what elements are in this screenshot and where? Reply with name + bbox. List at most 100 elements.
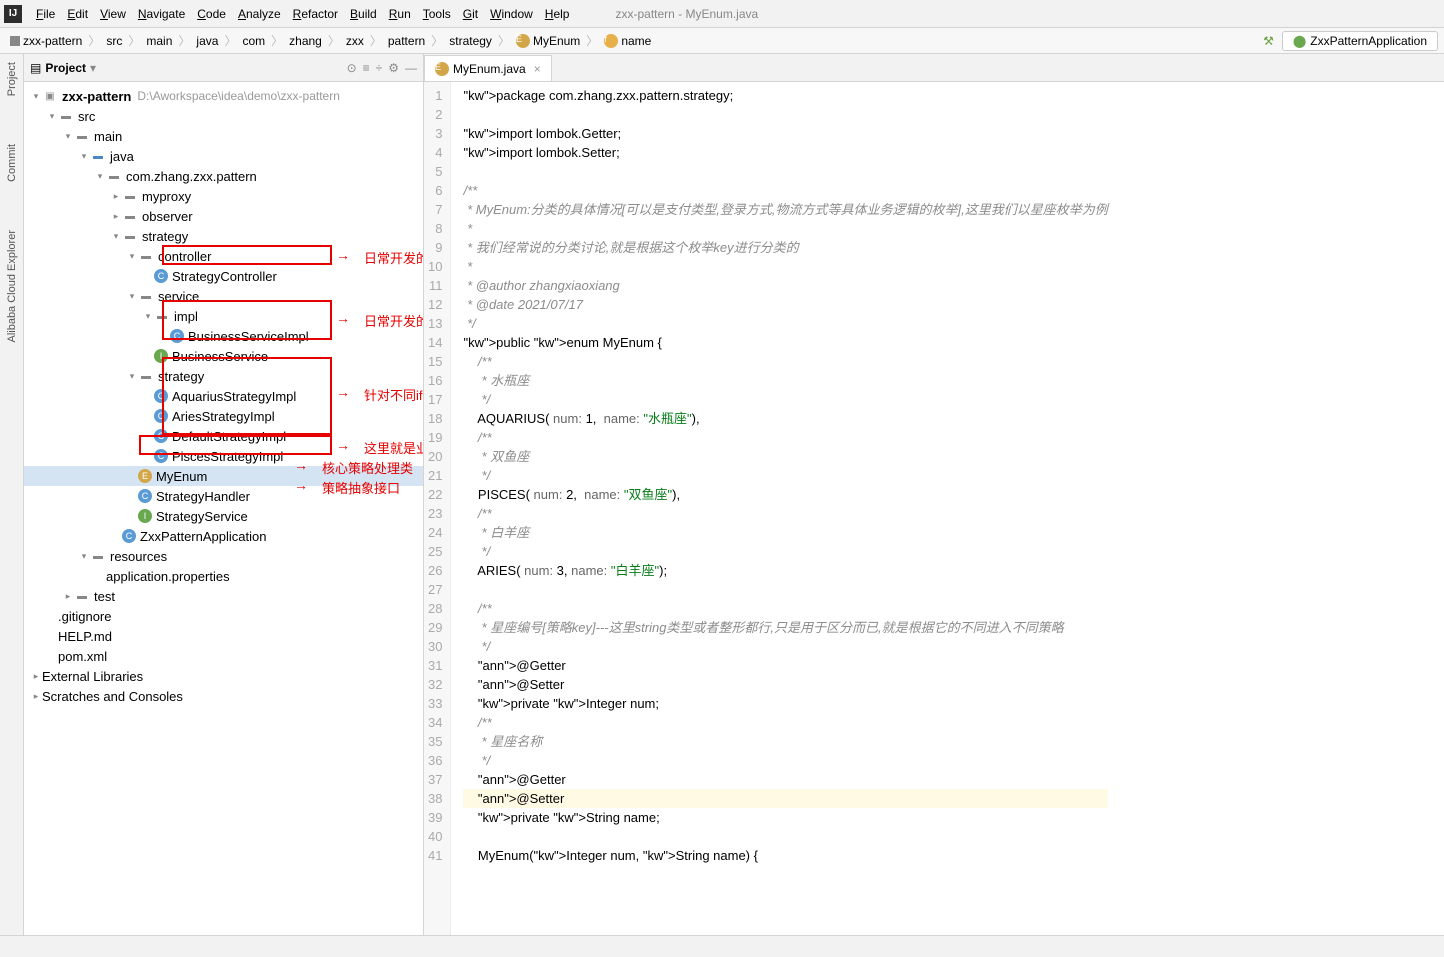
- tree-impl[interactable]: ▾▬impl: [24, 306, 423, 326]
- tree-MyEnum[interactable]: EMyEnum: [24, 466, 423, 486]
- project-icon: ▤: [30, 61, 41, 75]
- menu-code[interactable]: Code: [191, 7, 232, 21]
- crumb-MyEnum[interactable]: EMyEnum: [512, 34, 584, 48]
- main-area: Project Commit Alibaba Cloud Explorer ▤ …: [0, 54, 1444, 935]
- class-icon: C: [154, 429, 168, 443]
- folder-icon: ▬: [74, 128, 90, 144]
- code-editor[interactable]: 1234567891011121314151617181920212223242…: [424, 82, 1444, 935]
- class-icon: C: [154, 449, 168, 463]
- project-toolbar: ▤ Project ▾ ⊙ ≡ ÷ ⚙ —: [24, 54, 423, 82]
- menu-build[interactable]: Build: [344, 7, 383, 21]
- crumb-java[interactable]: java: [192, 34, 222, 48]
- close-tab-icon[interactable]: ×: [534, 62, 541, 76]
- tree-appprops[interactable]: application.properties: [24, 566, 423, 586]
- folder-icon: ▬: [58, 108, 74, 124]
- crumb-pattern[interactable]: pattern: [384, 34, 429, 48]
- tree-AriesStrategyImpl[interactable]: CAriesStrategyImpl: [24, 406, 423, 426]
- select-opened-file-icon[interactable]: ⊙: [347, 61, 357, 75]
- tree-strategy[interactable]: ▾▬strategy: [24, 226, 423, 246]
- folder-icon: ▬: [138, 288, 154, 304]
- tree-gitignore[interactable]: .gitignore: [24, 606, 423, 626]
- settings-icon[interactable]: ⚙: [388, 61, 399, 75]
- folder-icon: ▬: [122, 208, 138, 224]
- crumb-main[interactable]: main: [142, 34, 176, 48]
- tree-extlib[interactable]: ▸External Libraries: [24, 666, 423, 686]
- project-tree[interactable]: → 日常开发的控制层 → 日常开发的业务层 → 针对不同if else分支抽象出…: [24, 82, 423, 935]
- folder-icon: ▬: [122, 188, 138, 204]
- crumb-com[interactable]: com: [238, 34, 269, 48]
- menu-navigate[interactable]: Navigate: [132, 7, 191, 21]
- menu-git[interactable]: Git: [457, 7, 484, 21]
- tree-root[interactable]: ▾▣zxx-patternD:\Aworkspace\idea\demo\zxx…: [24, 86, 423, 106]
- tree-scratches[interactable]: ▸Scratches and Consoles: [24, 686, 423, 706]
- tree-DefaultStrategyImpl[interactable]: CDefaultStrategyImpl: [24, 426, 423, 446]
- tab-label: MyEnum.java: [453, 62, 526, 76]
- tree-main[interactable]: ▾▬main: [24, 126, 423, 146]
- tree-src[interactable]: ▾▬src: [24, 106, 423, 126]
- left-tool-gutter: Project Commit Alibaba Cloud Explorer: [0, 54, 24, 935]
- tree-ZxxPatternApplication[interactable]: CZxxPatternApplication: [24, 526, 423, 546]
- breadcrumb: zxx-pattern〉src〉main〉java〉com〉zhang〉zxx〉…: [6, 32, 655, 49]
- editor-tabs: E MyEnum.java ×: [424, 54, 1444, 82]
- tree-StrategyController[interactable]: CStrategyController: [24, 266, 423, 286]
- folder-blue-icon: ▬: [90, 148, 106, 164]
- run-config-label: ZxxPatternApplication: [1310, 34, 1427, 48]
- project-label: Project: [45, 61, 86, 75]
- tree-java[interactable]: ▾▬java: [24, 146, 423, 166]
- menu-refactor[interactable]: Refactor: [287, 7, 344, 21]
- crumb-name[interactable]: fname: [600, 34, 655, 48]
- tree-PiscesStrategyImpl[interactable]: CPiscesStrategyImpl: [24, 446, 423, 466]
- tab-myenum[interactable]: E MyEnum.java ×: [424, 55, 552, 81]
- tree-controller[interactable]: ▾▬controller: [24, 246, 423, 266]
- folder-icon: ▬: [154, 308, 170, 324]
- build-icon[interactable]: ⚒: [1263, 34, 1274, 48]
- menu-window[interactable]: Window: [484, 7, 539, 21]
- tree-pom[interactable]: pom.xml: [24, 646, 423, 666]
- tab-alibaba-cloud-explorer[interactable]: Alibaba Cloud Explorer: [6, 226, 18, 347]
- menu-help[interactable]: Help: [539, 7, 576, 21]
- tree-pkg[interactable]: ▾▬com.zhang.zxx.pattern: [24, 166, 423, 186]
- collapse-all-icon[interactable]: ÷: [376, 61, 383, 75]
- tab-commit[interactable]: Commit: [6, 140, 18, 186]
- crumb-src[interactable]: src: [102, 34, 126, 48]
- tree-help[interactable]: HELP.md: [24, 626, 423, 646]
- tree-service[interactable]: ▾▬service: [24, 286, 423, 306]
- tree-resources[interactable]: ▾▬resources: [24, 546, 423, 566]
- tree-strategy2[interactable]: ▾▬strategy: [24, 366, 423, 386]
- tree-myproxy[interactable]: ▸▬myproxy: [24, 186, 423, 206]
- tree-StrategyService[interactable]: IStrategyService: [24, 506, 423, 526]
- run-configuration-selector[interactable]: ⬤ ZxxPatternApplication: [1282, 31, 1438, 51]
- expand-all-icon[interactable]: ≡: [363, 61, 370, 75]
- class-icon: C: [138, 489, 152, 503]
- iface-icon: I: [154, 349, 168, 363]
- tree-StrategyHandler[interactable]: CStrategyHandler: [24, 486, 423, 506]
- tree-test[interactable]: ▸▬test: [24, 586, 423, 606]
- menu-analyze[interactable]: Analyze: [232, 7, 287, 21]
- tree-BusinessServiceImpl[interactable]: CBusinessServiceImpl: [24, 326, 423, 346]
- iface-icon: I: [138, 509, 152, 523]
- menu-file[interactable]: File: [30, 7, 61, 21]
- crumb-strategy[interactable]: strategy: [445, 34, 496, 48]
- class-icon: C: [170, 329, 184, 343]
- folder-icon: ▣: [42, 88, 58, 104]
- class-icon: C: [154, 409, 168, 423]
- tree-AquariusStrategyImpl[interactable]: CAquariusStrategyImpl: [24, 386, 423, 406]
- menu-view[interactable]: View: [94, 7, 132, 21]
- crumb-zxx[interactable]: zxx: [342, 34, 368, 48]
- hide-icon[interactable]: —: [405, 61, 417, 75]
- crumb-zxx-pattern[interactable]: zxx-pattern: [6, 34, 86, 48]
- tree-BusinessService[interactable]: IBusinessService: [24, 346, 423, 366]
- project-panel: ▤ Project ▾ ⊙ ≡ ÷ ⚙ — → 日常开发的控制层 → 日常开发的…: [24, 54, 424, 935]
- folder-icon: ▬: [122, 228, 138, 244]
- folder-icon: ▬: [90, 548, 106, 564]
- tree-observer[interactable]: ▸▬observer: [24, 206, 423, 226]
- menu-tools[interactable]: Tools: [417, 7, 457, 21]
- crumb-zhang[interactable]: zhang: [285, 34, 326, 48]
- chevron-down-icon[interactable]: ▾: [90, 61, 96, 75]
- folder-icon: ▬: [138, 368, 154, 384]
- menu-edit[interactable]: Edit: [61, 7, 94, 21]
- app-logo-icon: IJ: [4, 5, 22, 23]
- menu-run[interactable]: Run: [383, 7, 417, 21]
- tab-project[interactable]: Project: [6, 58, 18, 100]
- source-code[interactable]: "kw">package com.zhang.zxx.pattern.strat…: [451, 82, 1107, 935]
